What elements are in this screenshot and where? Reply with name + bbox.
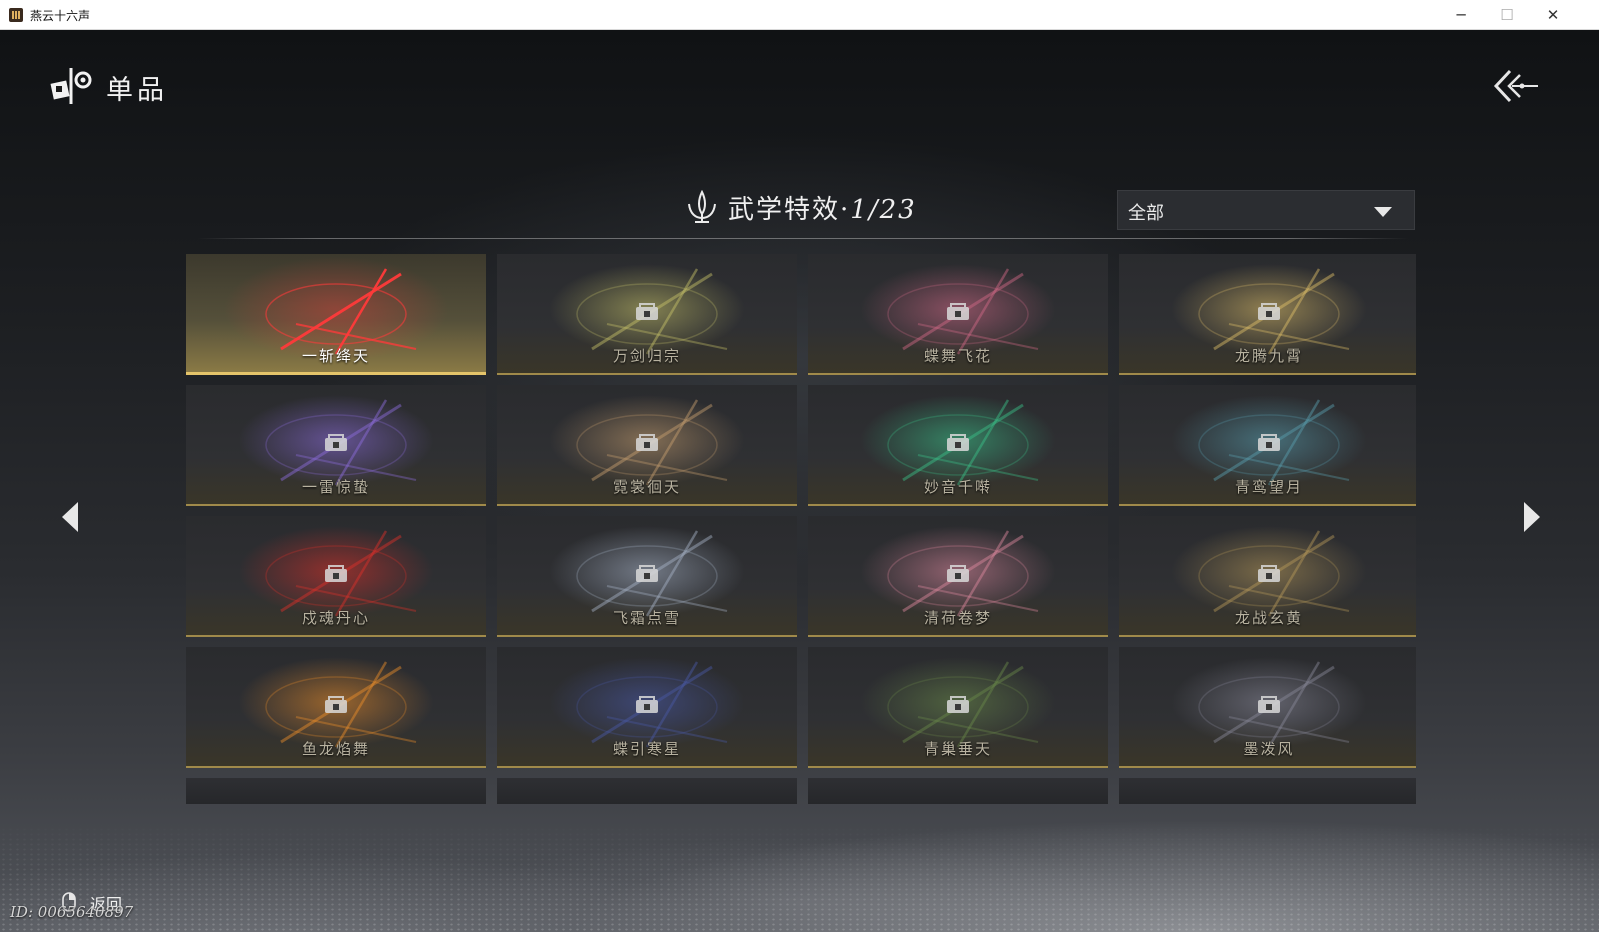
close-button[interactable]: ✕: [1530, 0, 1576, 30]
effect-card-partial[interactable]: [1119, 778, 1416, 804]
lotus-emblem-icon: [688, 190, 716, 223]
lock-icon: [1258, 696, 1280, 713]
lock-icon: [947, 303, 969, 320]
lock-icon: [947, 434, 969, 451]
maximize-button[interactable]: ☐: [1484, 0, 1530, 30]
effect-card-label: 一雷惊蛰: [301, 478, 370, 496]
section-title-text: 武学特效: [728, 195, 841, 225]
effect-card[interactable]: 霓裳徊天: [497, 385, 797, 506]
effect-card-label: 霓裳徊天: [612, 478, 681, 496]
effect-card-label: 青巢垂天: [923, 740, 992, 758]
previous-page-arrow-icon[interactable]: [60, 500, 82, 534]
effect-card-label: 鱼龙焰舞: [301, 740, 370, 758]
effect-card-partial[interactable]: [186, 778, 486, 804]
page-title: 单品: [106, 75, 168, 106]
minimize-button[interactable]: ─: [1438, 0, 1484, 30]
filter-dropdown[interactable]: 全部: [1117, 190, 1415, 230]
lock-icon: [1258, 303, 1280, 320]
effect-card-label: 妙音千啭: [923, 478, 992, 496]
double-chevron-left-icon[interactable]: [1492, 68, 1540, 104]
lock-icon: [947, 696, 969, 713]
section-title: 武学特效·1/23: [728, 189, 917, 226]
effect-card[interactable]: 龙战玄黄: [1119, 516, 1416, 637]
effect-card-label: 墨泼风: [1243, 740, 1295, 758]
effect-card-label: 青鸾望月: [1234, 478, 1303, 496]
lock-icon: [325, 434, 347, 451]
section-title-separator: ·: [840, 195, 851, 225]
caret-down-icon: [1374, 207, 1392, 217]
user-id-label: ID: 0065640897: [10, 903, 134, 921]
filter-dropdown-value: 全部: [1128, 203, 1164, 224]
effect-card-label: 龙战玄黄: [1234, 609, 1303, 627]
section-count: 1/23: [850, 195, 917, 225]
effect-card[interactable]: 戍魂丹心: [186, 516, 486, 637]
effect-grid: 一斩绛天 万剑归宗 蝶舞飞花 龙腾九霄一雷惊蛰 霓裳徊天 妙音千啭 青鸾望月戍魂丹心 飞霜点雪…: [186, 254, 1416, 804]
window-title: 燕云十六声: [30, 9, 91, 23]
effect-card-label: 戍魂丹心: [301, 609, 370, 627]
effect-card[interactable]: 鱼龙焰舞: [186, 647, 486, 768]
effect-card[interactable]: 青鸾望月: [1119, 385, 1416, 506]
lock-icon: [636, 434, 658, 451]
item-shop-icon: [50, 68, 92, 104]
effect-card[interactable]: 一雷惊蛰: [186, 385, 486, 506]
effect-card-label: 蝶舞飞花: [923, 347, 992, 365]
effect-card-label: 清荷卷梦: [923, 609, 992, 627]
effect-card-label: 蝶引寒星: [612, 740, 681, 758]
effect-card[interactable]: 墨泼风: [1119, 647, 1416, 768]
effect-card[interactable]: 妙音千啭: [808, 385, 1108, 506]
lock-icon: [636, 565, 658, 582]
section-divider: [198, 238, 1408, 239]
effect-card-label: 龙腾九霄: [1234, 347, 1303, 365]
app-icon: [9, 8, 23, 22]
effect-card[interactable]: 蝶舞飞花: [808, 254, 1108, 375]
effect-card[interactable]: 清荷卷梦: [808, 516, 1108, 637]
effect-card-label: 万剑归宗: [612, 347, 681, 365]
effect-card-label: 飞霜点雪: [612, 609, 681, 627]
lock-icon: [636, 303, 658, 320]
next-page-arrow-icon[interactable]: [1520, 500, 1542, 534]
window-titlebar: 燕云十六声 ─ ☐ ✕: [0, 0, 1599, 30]
lock-icon: [1258, 565, 1280, 582]
lock-icon: [1258, 434, 1280, 451]
effect-card[interactable]: 一斩绛天: [186, 254, 486, 375]
snow-ground-decoration: [0, 822, 1599, 932]
effect-card[interactable]: 飞霜点雪: [497, 516, 797, 637]
lock-icon: [636, 696, 658, 713]
effect-card[interactable]: 龙腾九霄: [1119, 254, 1416, 375]
lock-icon: [325, 696, 347, 713]
lock-icon: [947, 565, 969, 582]
effect-card[interactable]: 万剑归宗: [497, 254, 797, 375]
effect-card[interactable]: 蝶引寒星: [497, 647, 797, 768]
effect-card-label: 一斩绛天: [301, 347, 370, 365]
effect-card-partial[interactable]: [497, 778, 797, 804]
game-stage: 单品 武学特效·1/23 全部 一斩绛天 万剑归宗 蝶舞飞花 龙腾九霄一雷惊蛰 霓裳徊天…: [0, 30, 1599, 932]
lock-icon: [325, 565, 347, 582]
effect-card-partial[interactable]: [808, 778, 1108, 804]
effect-card[interactable]: 青巢垂天: [808, 647, 1108, 768]
